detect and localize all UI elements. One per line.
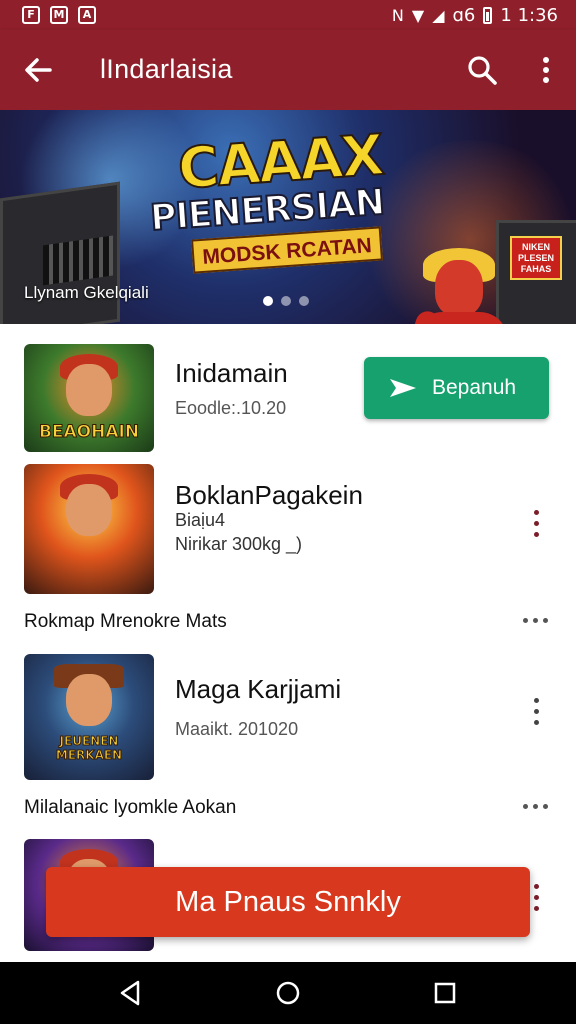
item-more-button[interactable] [524, 694, 548, 730]
wifi-icon: ▼ [411, 5, 425, 25]
nav-back-button[interactable] [114, 977, 146, 1009]
notification-icon: M [50, 6, 68, 24]
app-subtitle: Biaịu4 [175, 510, 226, 530]
network-label: ɑ6 [452, 5, 476, 26]
search-icon [468, 56, 497, 85]
section-more-button[interactable] [520, 614, 552, 628]
search-button[interactable] [464, 52, 500, 88]
app-subtitle: Maaikt. 201020 [175, 719, 299, 739]
notification-icon: F [22, 6, 40, 24]
primary-action-button[interactable]: Ma Pnaus Snnkly [46, 867, 530, 937]
system-indicators: N ▼ ◢ ɑ6 1 1:36 [392, 5, 558, 26]
back-button[interactable] [20, 50, 60, 90]
carousel-dot[interactable] [263, 296, 273, 306]
home-circle-icon [276, 981, 300, 1005]
app-thumbnail[interactable]: BEAOHAIN [24, 344, 154, 452]
app-title: BoklanPagakein [175, 480, 363, 510]
featured-banner[interactable]: NIKEN PLESEN FAHAS CAAAX PIENERSIAN MODS… [0, 110, 576, 324]
banner-badge-logo: NIKEN PLESEN FAHAS [510, 236, 562, 280]
app-title: Maga Karjjami [175, 674, 342, 704]
signal-icon: ◢ [432, 5, 445, 25]
app-title: Inidamain [175, 358, 288, 388]
carousel-indicator[interactable] [263, 296, 309, 306]
notification-icon: A [78, 6, 96, 24]
battery-icon [483, 7, 493, 24]
thumbnail-label: BEAOHAIN [38, 422, 140, 443]
install-button-label: Bepanuh [432, 376, 517, 399]
section-caption: Rokmap Mrenokre Mats [24, 611, 227, 632]
page-title: lIndarlaisia [100, 54, 233, 84]
nfc-icon: N [391, 5, 404, 25]
app-thumbnail[interactable] [24, 464, 154, 594]
banner-caption: Llynam Gkelqiali [24, 283, 149, 302]
clock: 1 1:36 [500, 5, 558, 26]
notification-icons: F M A [22, 6, 96, 24]
app-bar: lIndarlaisia [0, 30, 576, 110]
overflow-menu-button[interactable] [532, 52, 560, 88]
item-more-button[interactable] [524, 506, 548, 542]
arrow-left-icon [25, 58, 52, 82]
status-bar: F M A N ▼ ◢ ɑ6 1 1:36 [0, 0, 576, 30]
install-button[interactable]: Bepanuh [364, 357, 549, 419]
nav-recents-button[interactable] [429, 977, 461, 1009]
more-vert-icon [543, 57, 549, 83]
carousel-dot[interactable] [281, 296, 291, 306]
nav-home-button[interactable] [272, 977, 304, 1009]
app-subtitle: Eoodle:.10.20 [175, 398, 287, 418]
section-caption: Milalanaic lyomkle Aokan [24, 797, 237, 818]
thumbnail-label: JEUENEN MERKAEN [55, 734, 123, 763]
carousel-dot[interactable] [299, 296, 309, 306]
app-thumbnail[interactable]: JEUENEN MERKAEN [24, 654, 154, 780]
back-triangle-icon [120, 980, 140, 1006]
send-icon [390, 379, 416, 397]
system-nav-bar [0, 962, 576, 1024]
app-subtitle: Nirikar 300kg _) [175, 534, 303, 554]
recents-square-icon [434, 982, 456, 1004]
section-more-button[interactable] [520, 800, 552, 814]
